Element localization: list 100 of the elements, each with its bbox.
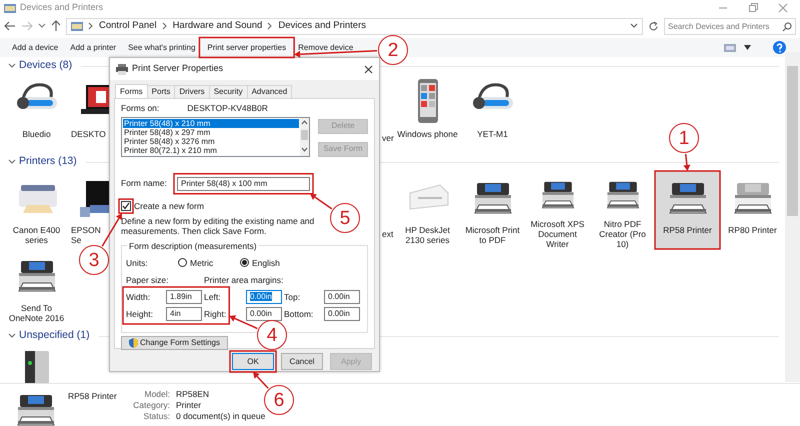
device-name: RP58 Printer	[68, 390, 118, 403]
highlight-frame	[118, 198, 134, 214]
collapse-icon[interactable]	[8, 159, 16, 165]
step-number: 1	[669, 123, 699, 153]
detail-label: Status:	[144, 411, 170, 422]
radio-button[interactable]	[178, 258, 187, 268]
field-label: Right:	[204, 308, 226, 320]
scrollbar-thumb[interactable]	[787, 66, 798, 216]
field-label: Height:	[126, 308, 153, 320]
address-bar[interactable]: Control Panel Hardware and Sound Devices and Printers	[66, 18, 643, 34]
help-icon[interactable]	[773, 41, 786, 54]
tab[interactable]: Forms	[115, 84, 148, 98]
arrow	[253, 372, 269, 389]
window-title: Devices and Printers	[20, 1, 104, 14]
radio-label[interactable]: Metric	[190, 256, 214, 270]
arrow	[683, 154, 690, 171]
device-item[interactable]: Canon E400 series	[4, 171, 69, 249]
measurement-field[interactable]: 0.00in	[246, 290, 282, 304]
device-item[interactable]: RP80 Printer	[720, 171, 785, 249]
measurement-field[interactable]: 0.00in	[324, 290, 360, 304]
hint-text: Define a new form by editing the existing name and measurements. Then click Save Form.	[121, 216, 316, 236]
measurement-field[interactable]: 1.89in	[166, 290, 202, 304]
radio-label[interactable]: English	[252, 256, 280, 270]
device-item[interactable]: HP DeskJet 2130 series	[395, 171, 460, 249]
field-label: Units:	[126, 256, 149, 270]
shield-icon	[128, 338, 138, 348]
toolbar-button[interactable]: Remove device	[292, 40, 360, 56]
folder-icon	[4, 3, 16, 13]
field-label: Top:	[284, 290, 300, 304]
checkbox-label[interactable]: Create a new form	[134, 200, 204, 212]
detail-value: 0 document(s) in queue	[176, 411, 266, 422]
checkbox[interactable]	[121, 201, 131, 212]
dialog-button[interactable]: OK	[232, 353, 274, 370]
measurement-field[interactable]: 0.00in	[324, 307, 360, 321]
device-item[interactable]: Bluedio	[4, 75, 69, 153]
group-header[interactable]: Printers (13)	[19, 154, 77, 170]
printer-icon	[116, 64, 128, 74]
field-label: Width:	[126, 290, 150, 304]
tab[interactable]: Advanced	[246, 85, 292, 98]
device-item[interactable]: Microsoft Print to PDF	[460, 171, 525, 249]
detail-value: RP58EN	[176, 389, 210, 400]
back-icon[interactable]	[4, 21, 16, 31]
group-box-title: Form description (measurements)	[127, 240, 259, 252]
list-item[interactable]: Printer 58(48) x 3276 mm	[123, 136, 299, 146]
device-item[interactable]: Windows phone	[395, 75, 460, 153]
toolbar-button[interactable]: Add a device	[6, 40, 64, 56]
breadcrumb-item[interactable]: Devices and Printers	[278, 18, 366, 34]
search-icon	[782, 22, 792, 32]
device-item[interactable]: Microsoft XPS Document Writer	[525, 171, 590, 249]
detail-label: Model:	[144, 389, 170, 400]
maximize-icon[interactable]	[748, 3, 758, 13]
field-label: Bottom:	[284, 308, 314, 320]
device-item[interactable]: Send To OneNote 2016	[4, 249, 69, 327]
search-field[interactable]: Search Devices and Printers	[664, 18, 796, 34]
toolbar-button[interactable]: See what's printing	[122, 40, 202, 56]
list-item[interactable]: Printer 58(48) x 297 mm	[123, 128, 299, 137]
chevron-icon	[88, 22, 94, 30]
arrow	[229, 315, 258, 330]
form-name-field[interactable]: Printer 58(48) x 100 mm	[177, 176, 310, 191]
change-settings-button[interactable]: Change Form Settings	[121, 336, 228, 350]
field-label: Paper size:	[126, 274, 170, 287]
list-item[interactable]: Printer 58(48) x 210 mm	[123, 118, 299, 128]
breadcrumb-item[interactable]: Control Panel	[99, 18, 157, 34]
arrow	[102, 213, 122, 247]
collapse-icon[interactable]	[8, 63, 16, 69]
folder-icon	[71, 21, 83, 31]
forms-list[interactable]: Printer 58(48) x 210 mm Printer 58(48) x 297 mm Printer 58(48) x 3276 mm Printer 80(72.1) x 210 mm	[121, 116, 310, 157]
computer-name: DESKTOP-KV48B0R	[187, 102, 268, 115]
toolbar-button[interactable]: Add a printer	[64, 40, 122, 56]
field-label: Printer area margins:	[204, 274, 284, 287]
measurement-field[interactable]: 4in	[166, 307, 202, 321]
device-item[interactable]: YET-M1	[460, 75, 525, 153]
chevron-icon	[267, 22, 274, 30]
up-icon[interactable]	[51, 20, 61, 32]
step-number: 2	[378, 35, 408, 65]
close-icon[interactable]	[364, 64, 373, 74]
toolbar-button[interactable]: Print server properties	[201, 40, 292, 56]
field-label: Form name:	[121, 177, 168, 190]
collapse-icon[interactable]	[8, 333, 16, 339]
refresh-icon[interactable]	[648, 20, 659, 32]
step-number: 3	[79, 245, 109, 275]
list-item[interactable]: Printer 80(72.1) x 210 mm	[123, 146, 299, 155]
field-label: Left:	[204, 290, 221, 304]
radio-button[interactable]	[240, 258, 249, 268]
dialog-button[interactable]: Cancel	[281, 353, 323, 370]
scrollbar[interactable]	[300, 118, 309, 156]
detail-label: Category:	[133, 400, 170, 411]
arrow	[310, 194, 332, 210]
group-header[interactable]: Devices (8)	[19, 58, 72, 74]
group-header[interactable]: Unspecified (1)	[19, 328, 90, 344]
chevron-icon	[162, 22, 168, 30]
device-item[interactable]: Nitro PDF Creator (Pro 10)	[590, 171, 655, 249]
field-label: Forms on:	[121, 102, 160, 115]
dialog-title: Print Server Properties	[132, 62, 224, 76]
breadcrumb-item[interactable]: Hardware and Sound	[172, 18, 262, 34]
measurement-field[interactable]: 0.00in	[246, 307, 282, 321]
tab[interactable]: Security	[208, 85, 248, 98]
caret-icon[interactable]	[744, 45, 751, 50]
device-item[interactable]: RP58 Printer	[655, 171, 720, 249]
highlight-frame	[229, 350, 277, 373]
